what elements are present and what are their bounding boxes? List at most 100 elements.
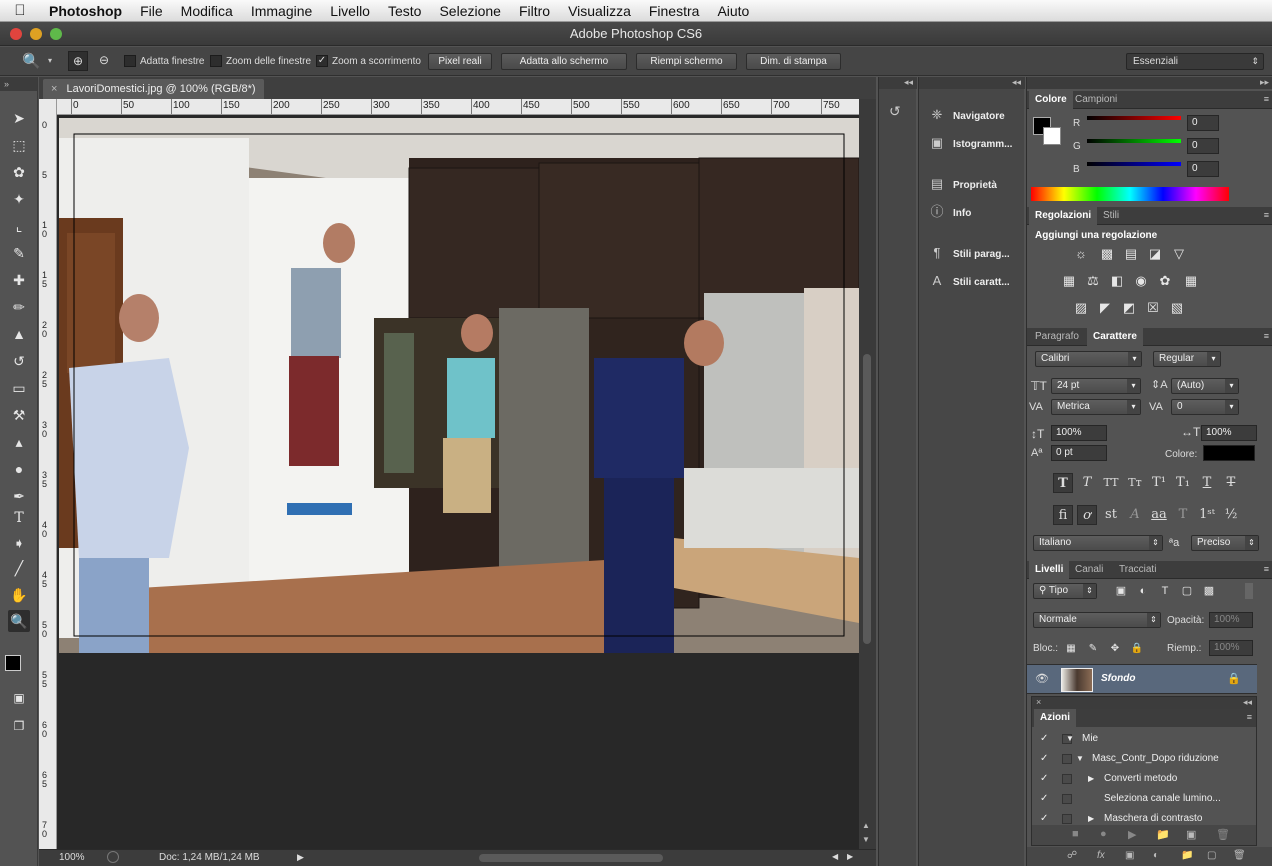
scroll-left-icon[interactable]: ◀ [832,852,838,861]
dock-navigatore[interactable]: ❈ Navigatore [927,103,1005,127]
menu-file[interactable]: File [131,3,172,19]
screen-mode-icon[interactable]: ❐ [8,715,30,737]
ordinals-button[interactable]: 1ˢᵗ [1197,505,1217,525]
r-slider[interactable] [1087,116,1181,120]
delete-action-icon[interactable]: 🗑 [1216,828,1230,841]
lock-all-icon[interactable]: 🔒 [1127,639,1147,659]
b-value[interactable]: 0 [1187,161,1219,177]
foreground-color-swatch[interactable] [5,655,21,671]
vertical-scale-field[interactable]: 100% [1051,425,1107,441]
action-dialog-toggle[interactable] [1062,774,1072,784]
menu-immagine[interactable]: Immagine [242,3,321,19]
status-info-icon[interactable] [107,851,119,863]
clone-stamp-tool-icon[interactable]: ▲ [8,323,30,345]
crop-tool-icon[interactable]: ⌞ [8,215,30,237]
layer-row-sfondo[interactable]: 👁 Sfondo 🔒 [1027,664,1257,694]
tab-livelli[interactable]: Livelli [1029,561,1070,579]
fx-icon[interactable]: fx [1097,850,1105,861]
document-photo[interactable] [59,118,859,653]
opacity-field[interactable]: 100% [1209,612,1253,628]
threshold-adjust-icon[interactable]: ◩ [1119,298,1139,318]
menu-filtro[interactable]: Filtro [510,3,559,19]
type-tool-icon[interactable]: T [8,507,30,529]
titling-alt-button[interactable]: aa [1149,505,1169,525]
menu-testo[interactable]: Testo [379,3,430,19]
menu-app-photoshop[interactable]: Photoshop [40,3,131,19]
menu-selezione[interactable]: Selezione [430,3,510,19]
vertical-scroll-thumb[interactable] [863,354,871,644]
history-icon[interactable]: ↺ [889,103,901,120]
scroll-right-icon[interactable]: ▶ [847,852,853,861]
swash-button[interactable]: st [1101,505,1121,525]
adatta-schermo-button[interactable]: Adatta allo schermo [501,53,627,70]
font-family-select[interactable]: Calibri ▾ [1035,351,1142,367]
action-row[interactable]: ✓ ▼ Masc_Contr_Dopo riduzione [1036,749,1254,769]
layers-panel-menu-icon[interactable]: ≡ [1264,564,1269,574]
exposure-adjust-icon[interactable]: ◪ [1145,244,1165,264]
tab-colore[interactable]: Colore [1029,91,1073,109]
disclosure-triangle-icon[interactable]: ▼ [1066,729,1074,749]
tab-campioni[interactable]: Campioni [1069,91,1123,109]
posterize-adjust-icon[interactable]: ◤ [1095,298,1115,318]
stylistic-alt-button[interactable]: A [1125,505,1145,525]
color-panel-menu-icon[interactable]: ≡ [1264,94,1269,104]
actions-collapse-icon[interactable]: ◂◂ [1243,697,1252,708]
menu-modifica[interactable]: Modifica [172,3,242,19]
scroll-up-icon[interactable]: ▲ [862,821,870,830]
color-balance-adjust-icon[interactable]: ⚖ [1083,271,1103,291]
text-color-swatch[interactable] [1203,445,1255,461]
fractions-button[interactable]: ½ [1221,505,1241,525]
action-row[interactable]: ✓ ▶ Converti metodo [1036,769,1254,789]
horizontal-ruler[interactable]: 0 50 100 150 200 250 300 350 400 450 500 550 600 650 7… [57,99,859,115]
close-actions-icon[interactable]: × [1036,697,1041,707]
menu-livello[interactable]: Livello [321,3,379,19]
kerning-select[interactable]: Metrica ▾ [1051,399,1141,415]
ornaments-button[interactable]: T [1173,505,1193,525]
preset-dropdown-icon[interactable]: ▾ [48,56,52,65]
new-set-icon[interactable]: 📁 [1156,828,1170,841]
pen-tool-icon[interactable]: ✒ [8,485,30,507]
tracking-select[interactable]: 0 ▾ [1171,399,1239,415]
tab-canali[interactable]: Canali [1069,561,1109,579]
vertical-scrollbar[interactable]: ▲ ▼ [859,99,876,849]
dock-proprieta[interactable]: ▤ Proprietà [927,172,997,196]
blend-mode-select[interactable]: Normale ⇕ [1033,612,1161,628]
eye-visibility-icon[interactable]: 👁 [1035,672,1049,685]
disclosure-triangle-icon[interactable]: ▶ [1088,769,1094,789]
riempi-schermo-button[interactable]: Riempi schermo [636,53,737,70]
vertical-ruler[interactable]: 0 5 1 0 1 5 2 0 2 5 3 0 3 5 4 0 4 5 5 0 5 5 6 0 6 5 7 … [39,99,57,849]
zoom-tool-preset-icon[interactable]: 🔍 [22,52,41,70]
color-bg-swatch[interactable] [1043,127,1061,145]
lock-pixels-icon[interactable]: ✎ [1083,639,1103,659]
b-slider[interactable] [1087,162,1181,166]
record-icon[interactable]: ● [1100,828,1107,840]
horizontal-scale-field[interactable]: 100% [1201,425,1257,441]
delete-layer-icon[interactable]: 🗑 [1233,850,1246,861]
language-select[interactable]: Italiano ⇕ [1033,535,1163,551]
dim-stampa-button[interactable]: Dim. di stampa [746,53,841,70]
curves-adjust-icon[interactable]: ▤ [1121,244,1141,264]
brightness-adjust-icon[interactable]: ☼ [1071,244,1091,264]
superscript-button[interactable]: T¹ [1149,473,1169,493]
dock-stili-paragrafo[interactable]: ¶ Stili parag... [927,241,1010,265]
zoom-tool-icon[interactable]: 🔍 [8,610,30,632]
invert-adjust-icon[interactable]: ▨ [1071,298,1091,318]
close-tab-icon[interactable]: × [51,83,57,95]
old-style-button[interactable]: ơ [1077,505,1097,525]
action-dialog-toggle[interactable] [1062,794,1072,804]
leading-select[interactable]: (Auto) ▾ [1171,378,1239,394]
new-adjustment-icon[interactable]: ◐ [1153,850,1159,861]
baseline-shift-field[interactable]: 0 pt [1051,445,1107,461]
g-value[interactable]: 0 [1187,138,1219,154]
status-menu-icon[interactable]: ▶ [297,852,304,863]
blur-tool-icon[interactable]: ▴ [8,431,30,453]
filter-smart-icon[interactable]: ▩ [1199,581,1219,601]
dodge-tool-icon[interactable]: ● [8,458,30,480]
history-brush-tool-icon[interactable]: ↺ [8,350,30,372]
hand-tool-icon[interactable]: ✋ [8,584,30,606]
color-lookup-adjust-icon[interactable]: ▦ [1181,271,1201,291]
photo-filter-adjust-icon[interactable]: ◉ [1131,271,1151,291]
menu-visualizza[interactable]: Visualizza [559,3,640,19]
pixel-reali-button[interactable]: Pixel reali [428,53,492,70]
healing-brush-tool-icon[interactable]: ✚ [8,269,30,291]
